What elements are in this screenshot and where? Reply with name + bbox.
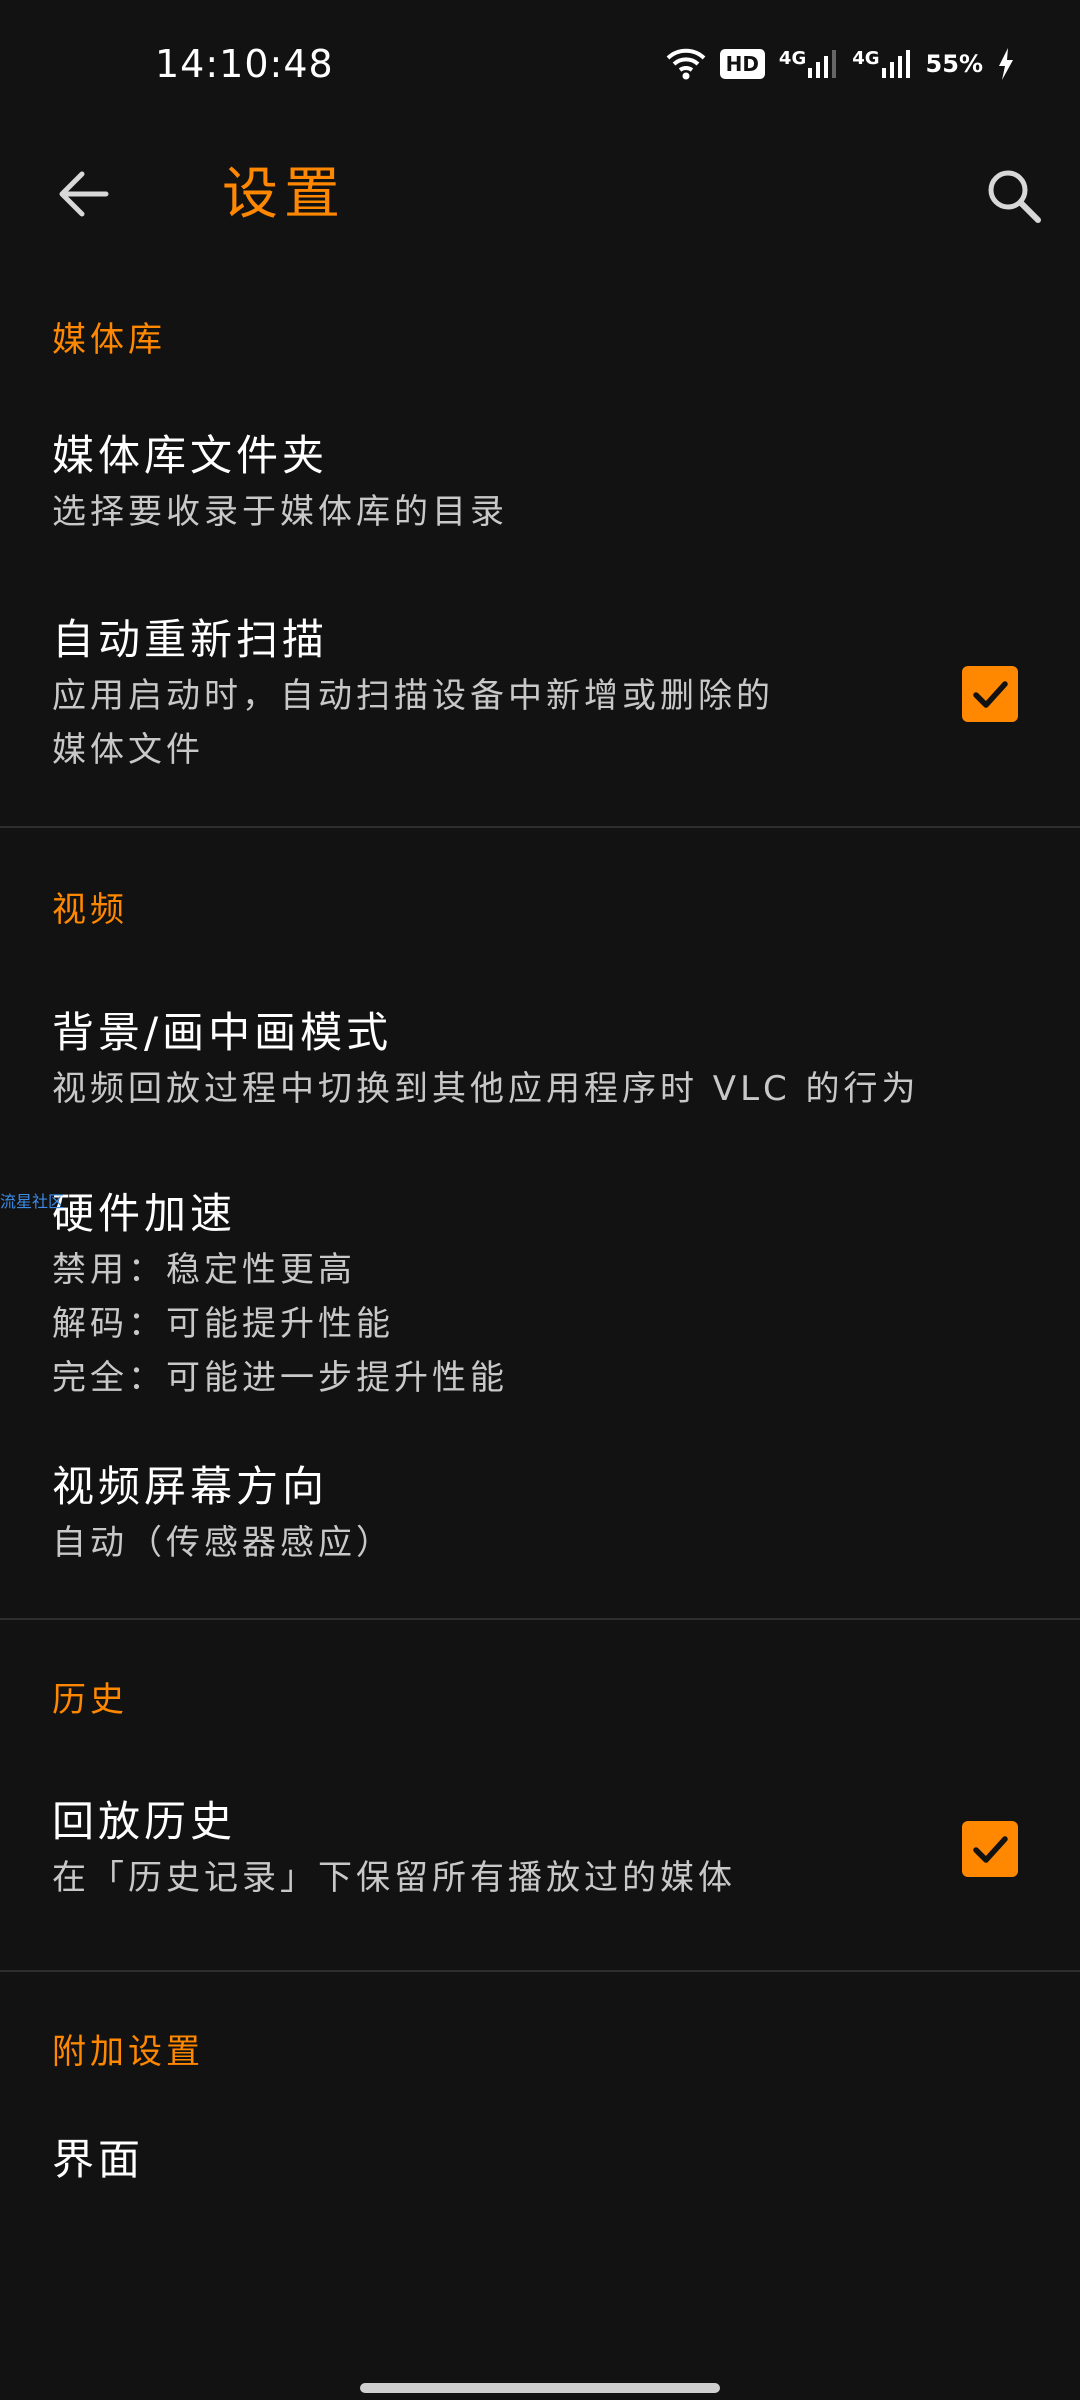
pref-summary: 禁用：稳定性更高 解码：可能提升性能 完全：可能进一步提升性能 (52, 1250, 508, 1398)
pref-background-pip[interactable]: 背景/画中画模式 视频回放过程中切换到其他应用程序时 VLC 的行为 (0, 960, 1080, 1160)
pref-title: 背景/画中画模式 (52, 1008, 393, 1057)
pref-media-folders[interactable]: 媒体库文件夹 选择要收录于媒体库的目录 (0, 388, 1080, 578)
wifi-icon (666, 48, 706, 80)
auto-rescan-checkbox[interactable] (962, 666, 1018, 722)
page-title: 设置 (222, 162, 346, 227)
pref-summary: 应用启动时，自动扫描设备中新增或删除的 媒体文件 (52, 676, 774, 770)
section-extra-settings: 附加设置 界面 (0, 1972, 1080, 2220)
network-type-label: 4G (778, 48, 807, 69)
pref-title: 媒体库文件夹 (52, 431, 329, 480)
search-icon (988, 170, 1041, 223)
network-type-label: 4G (852, 48, 880, 69)
settings-list: 媒体库 媒体库文件夹 选择要收录于媒体库的目录 自动重新扫描 应用启动时，自动扫… (0, 260, 1080, 2220)
pref-auto-rescan[interactable]: 自动重新扫描 应用启动时，自动扫描设备中新增或删除的 媒体文件 (0, 578, 1080, 826)
pref-summary: 视频回放过程中切换到其他应用程序时 VLC 的行为 (52, 1069, 920, 1109)
battery-level: 55% (925, 50, 983, 78)
charging-icon (997, 48, 1015, 80)
watermark-label: 流星社区 (0, 1192, 65, 1211)
pref-title: 硬件加速 (52, 1189, 237, 1238)
back-button[interactable] (48, 158, 120, 230)
pref-title: 界面 (52, 2135, 145, 2184)
pref-summary: 选择要收录于媒体库的目录 (52, 492, 508, 532)
search-button[interactable] (976, 158, 1052, 234)
checkmark-icon (973, 1836, 1008, 1863)
signal-icon: 4G (779, 50, 838, 78)
pref-interface[interactable]: 界面 (0, 2100, 1080, 2220)
app-toolbar: 设置 (0, 130, 1080, 260)
section-header: 附加设置 (52, 2032, 204, 2072)
section-header: 历史 (52, 1680, 128, 1720)
status-time: 14:10:48 (155, 42, 334, 86)
pref-title: 自动重新扫描 (52, 615, 329, 664)
hd-icon: HD (719, 49, 765, 79)
section-video: 视频 背景/画中画模式 视频回放过程中切换到其他应用程序时 VLC 的行为 硬件… (0, 828, 1080, 1620)
signal-icon: 4G (852, 50, 911, 78)
pref-video-orientation[interactable]: 视频屏幕方向 自动（传感器感应） (0, 1430, 1080, 1618)
section-header: 媒体库 (52, 320, 166, 360)
arrow-left-icon (59, 171, 109, 217)
section-header: 视频 (52, 890, 128, 930)
pref-summary: 自动（传感器感应） (52, 1523, 394, 1563)
status-bar: 14:10:48 HD 4G 4G 55% (0, 0, 1080, 130)
section-media-library: 媒体库 媒体库文件夹 选择要收录于媒体库的目录 自动重新扫描 应用启动时，自动扫… (0, 260, 1080, 828)
checkmark-icon (973, 681, 1008, 708)
pref-hardware-acceleration[interactable]: 硬件加速 禁用：稳定性更高 解码：可能提升性能 完全：可能进一步提升性能 (0, 1160, 1080, 1430)
home-indicator[interactable] (360, 2383, 720, 2393)
status-icons: HD 4G 4G 55% (666, 48, 1015, 80)
pref-summary: 在「历史记录」下保留所有播放过的媒体 (52, 1858, 736, 1898)
pref-playback-history[interactable]: 回放历史 在「历史记录」下保留所有播放过的媒体 (0, 1748, 1080, 1970)
pref-title: 视频屏幕方向 (52, 1462, 329, 1511)
pref-title: 回放历史 (52, 1797, 237, 1846)
section-history: 历史 回放历史 在「历史记录」下保留所有播放过的媒体 (0, 1620, 1080, 1972)
playback-history-checkbox[interactable] (962, 1821, 1018, 1877)
